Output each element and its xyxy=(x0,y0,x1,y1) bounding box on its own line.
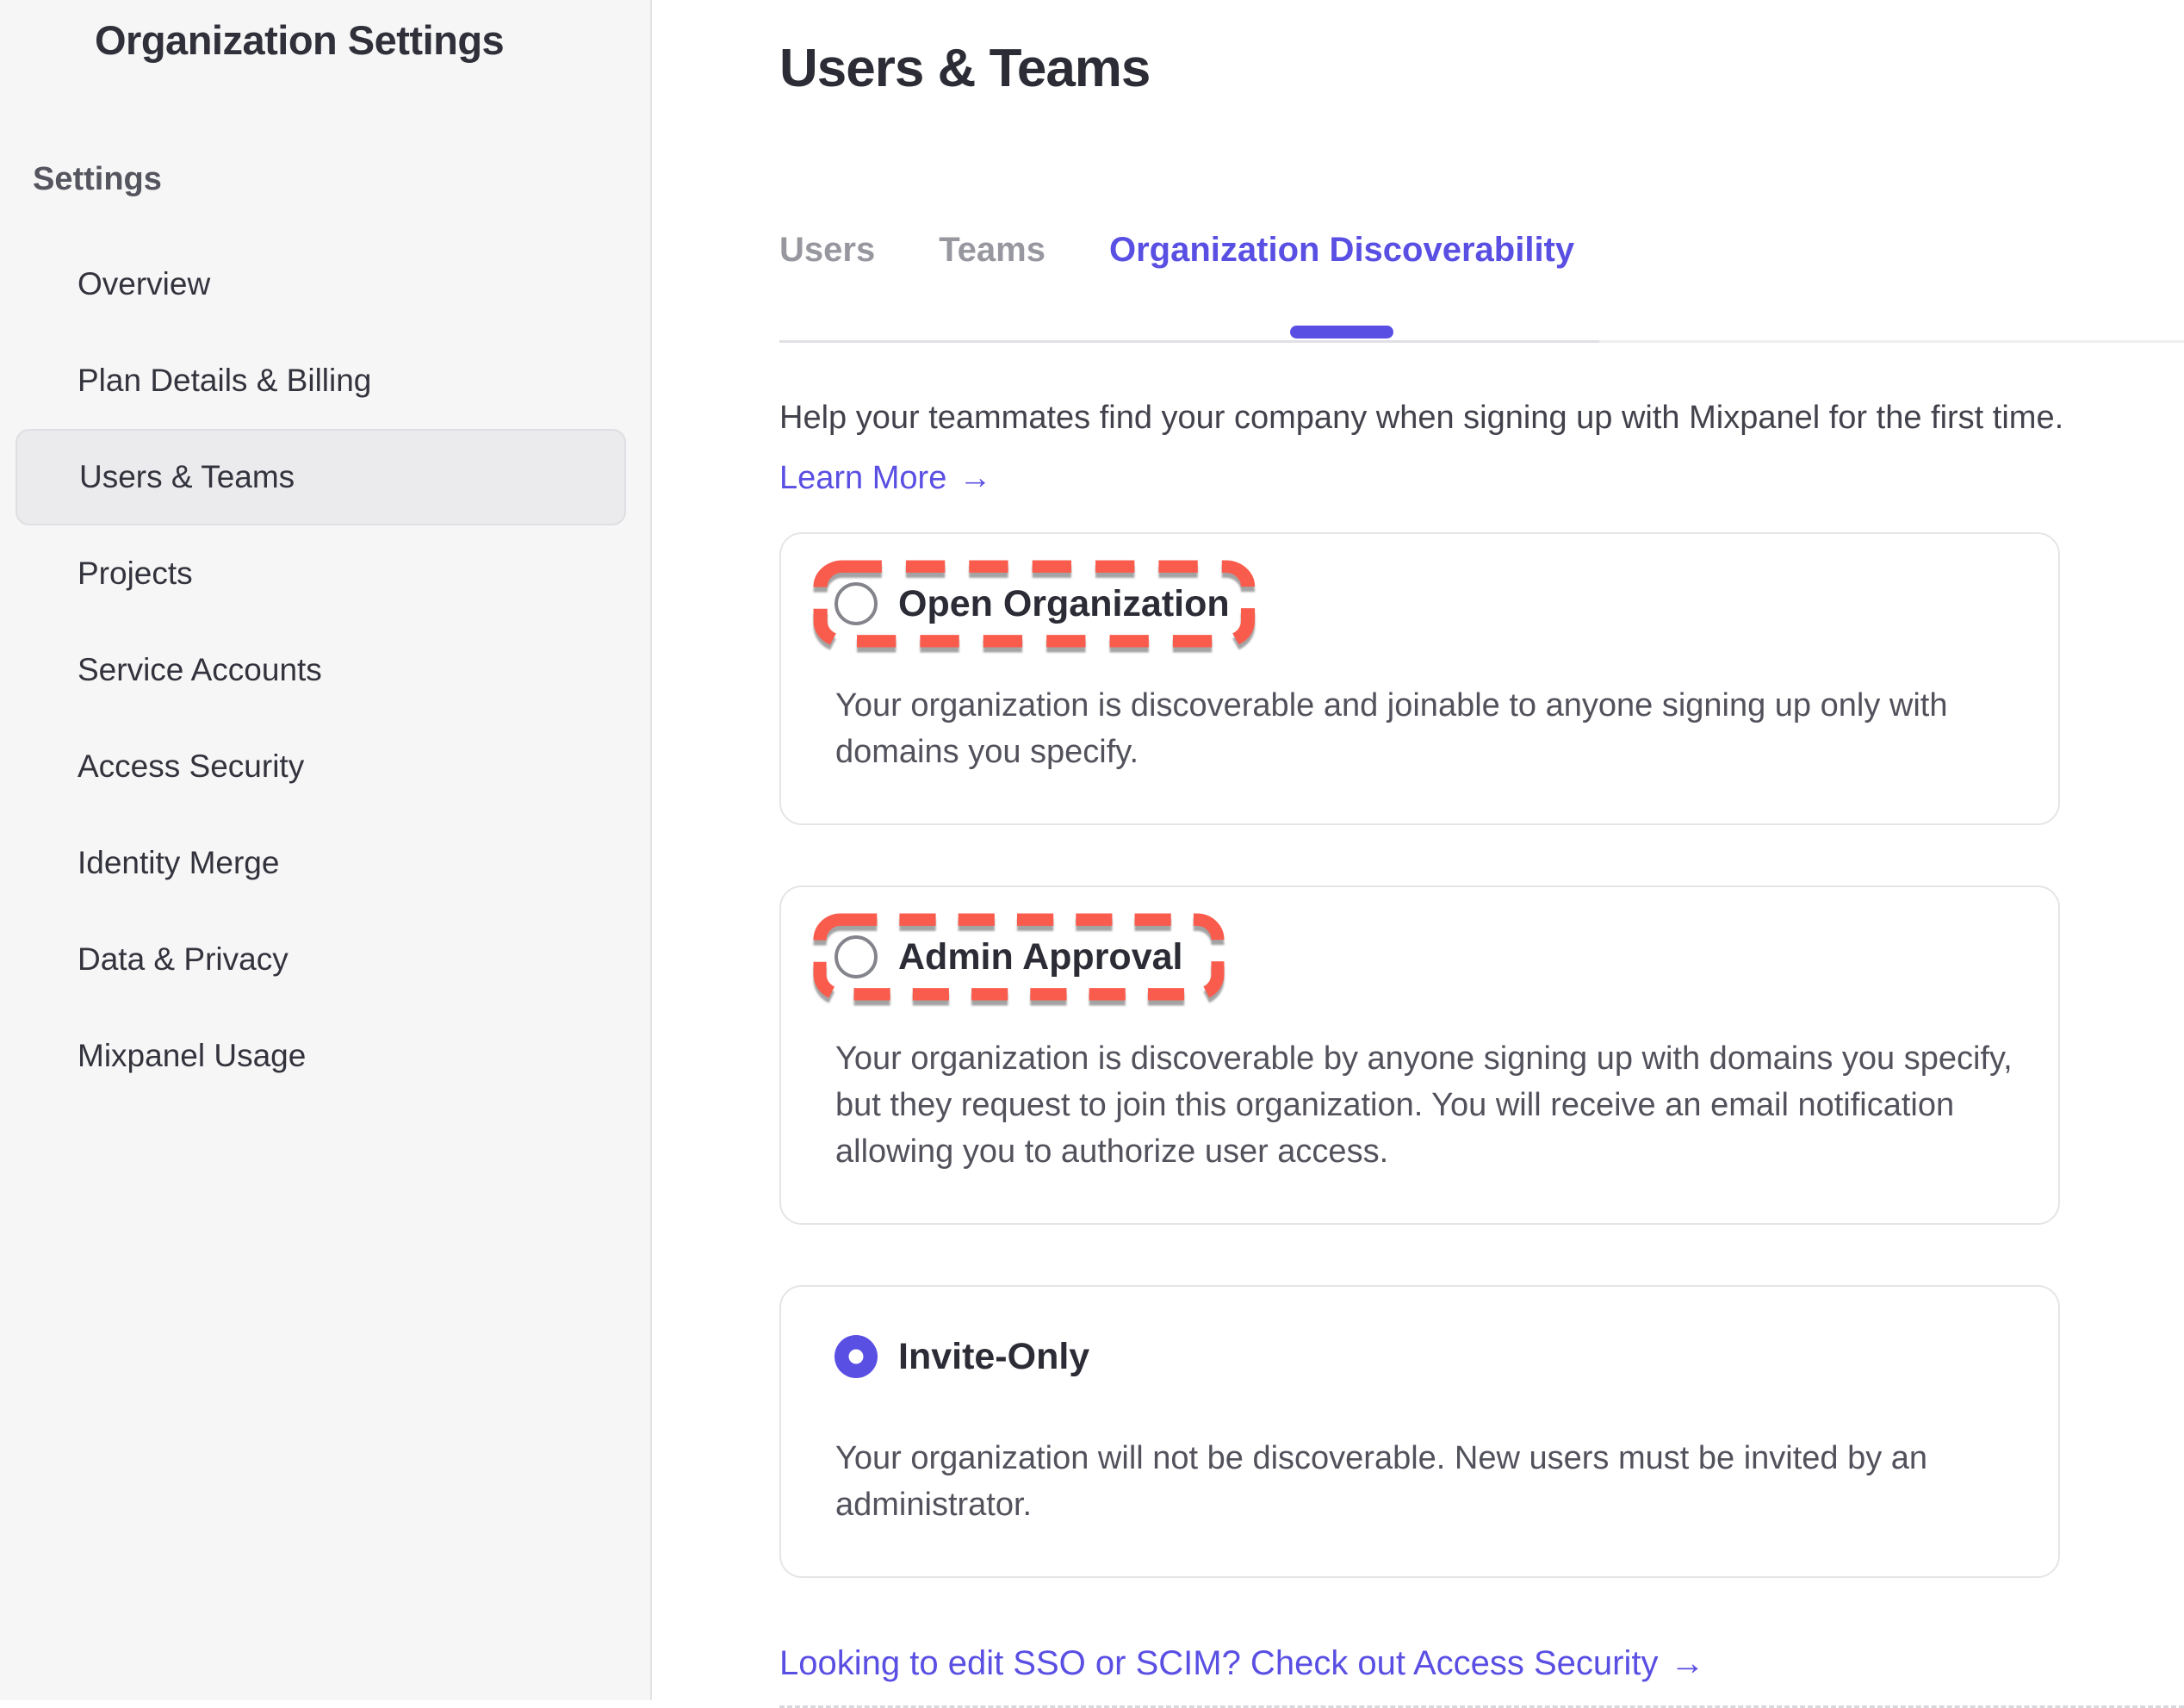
tab-label: Organization Discoverability xyxy=(1109,231,1574,269)
sidebar-item-data-privacy[interactable]: Data & Privacy xyxy=(0,911,650,1008)
option-card-admin-approval: Admin Approval Your organization is disc… xyxy=(779,885,2060,1225)
option-label: Invite-Only xyxy=(898,1336,1089,1378)
sidebar-item-access-security[interactable]: Access Security xyxy=(0,718,650,815)
page-title: Users & Teams xyxy=(779,38,2184,100)
arrow-right-icon: → xyxy=(1670,1640,1704,1686)
option-card-invite-only: Invite-Only Your organization will not b… xyxy=(779,1285,2060,1578)
option-description: Your organization will not be discoverab… xyxy=(835,1435,2024,1528)
sidebar-nav: Overview Plan Details & Billing Users & … xyxy=(0,236,650,1104)
intro-text: Help your teammates find your company wh… xyxy=(779,394,2184,441)
sidebar-item-overview[interactable]: Overview xyxy=(0,236,650,332)
learn-more-link[interactable]: Learn More → xyxy=(779,455,991,501)
sidebar-item-users-teams[interactable]: Users & Teams xyxy=(16,429,626,525)
sidebar-section-label: Settings xyxy=(33,160,650,198)
radio-button-selected[interactable] xyxy=(835,1335,878,1378)
tab-bar: Users Teams Organization Discoverability xyxy=(779,231,1599,343)
settings-sidebar: Organization Settings Settings Overview … xyxy=(0,0,652,1700)
option-description: Your organization is discoverable and jo… xyxy=(835,682,2024,775)
access-security-link[interactable]: Looking to edit SSO or SCIM? Check out A… xyxy=(779,1640,1704,1686)
sidebar-item-identity-merge[interactable]: Identity Merge xyxy=(0,815,650,911)
tab-teams[interactable]: Teams xyxy=(939,231,1045,270)
tab-users[interactable]: Users xyxy=(779,231,875,270)
tab-organization-discoverability[interactable]: Organization Discoverability xyxy=(1109,231,1574,270)
footer-link-label: Looking to edit SSO or SCIM? Check out A… xyxy=(779,1640,1658,1686)
sidebar-item-service-accounts[interactable]: Service Accounts xyxy=(0,622,650,718)
option-card-open-organization: Open Organization Your organization is d… xyxy=(779,532,2060,825)
sidebar-title: Organization Settings xyxy=(95,17,650,64)
option-label: Admin Approval xyxy=(898,936,1182,978)
active-tab-indicator xyxy=(1290,326,1393,338)
tabs-row: Users Teams Organization Discoverability xyxy=(779,231,2184,343)
arrow-right-icon: → xyxy=(959,455,991,501)
radio-option-admin-approval[interactable]: Admin Approval xyxy=(813,913,1225,1001)
sidebar-item-plan-details-billing[interactable]: Plan Details & Billing xyxy=(0,332,650,429)
learn-more-label: Learn More xyxy=(779,455,946,501)
radio-option-invite-only[interactable]: Invite-Only xyxy=(813,1313,1225,1401)
sidebar-item-projects[interactable]: Projects xyxy=(0,525,650,622)
radio-button-unselected[interactable] xyxy=(835,935,878,978)
sidebar-item-mixpanel-usage[interactable]: Mixpanel Usage xyxy=(0,1008,650,1104)
radio-button-unselected[interactable] xyxy=(835,582,878,625)
option-label: Open Organization xyxy=(898,583,1230,625)
main-content: Users & Teams Users Teams Organization D… xyxy=(652,0,2184,1700)
radio-option-open-organization[interactable]: Open Organization xyxy=(813,560,1256,648)
option-description: Your organization is discoverable by any… xyxy=(835,1035,2024,1175)
